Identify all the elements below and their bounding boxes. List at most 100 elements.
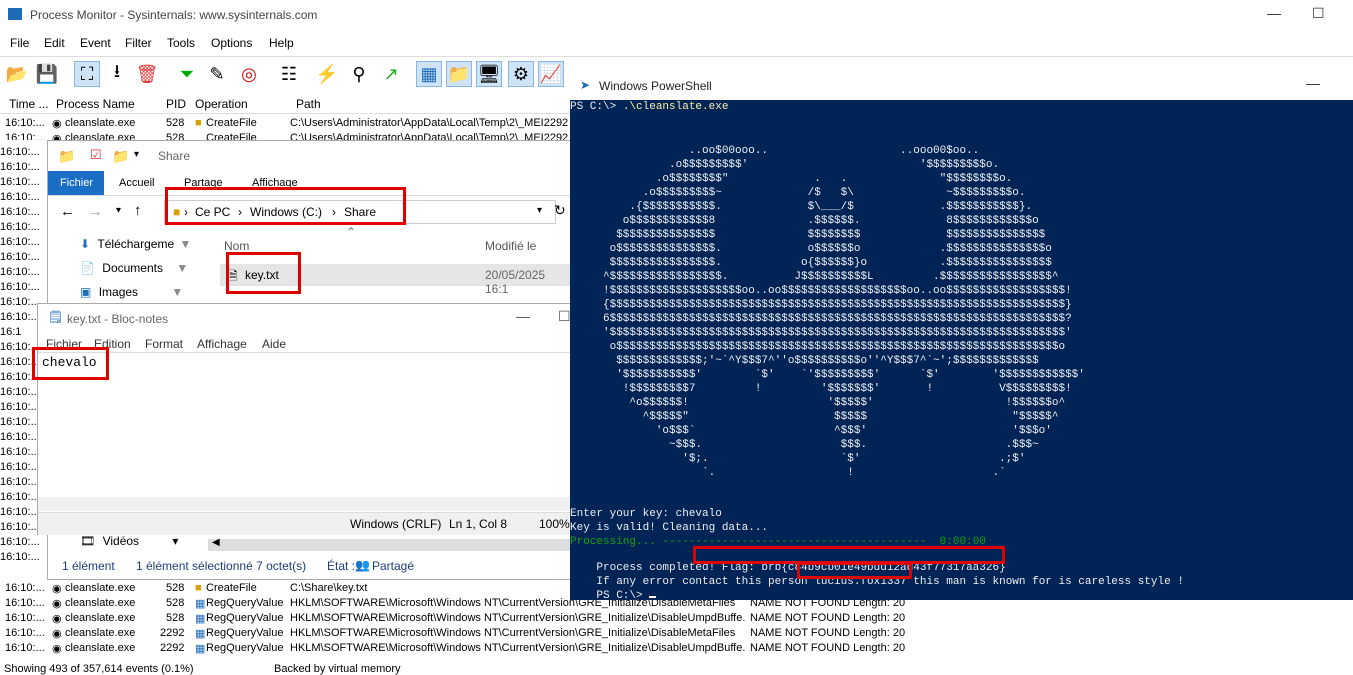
cell-pid: 528 <box>166 582 185 594</box>
cell-operation: RegQueryValue <box>206 597 284 609</box>
menu-help[interactable]: Help <box>269 36 294 50</box>
cell-time: 16:10:... <box>0 266 40 278</box>
cell-path: HKLM\SOFTWARE\Microsoft\Windows NT\Curre… <box>290 642 745 654</box>
table-row[interactable]: 16:10:... ◉ cleanslate.exe 528 ▦ RegQuer… <box>0 611 1353 626</box>
cell-pid: 2292 <box>160 642 185 654</box>
open-folder-icon[interactable]: 📂 <box>4 61 30 87</box>
menu-aide[interactable]: Aide <box>262 337 286 351</box>
col-nom[interactable]: Nom <box>224 239 249 253</box>
nav-item-images[interactable]: ▣ Images ▼ <box>80 285 210 299</box>
registry-op-icon: ▦ <box>195 628 206 640</box>
notepad-text-area[interactable]: chevalo <box>38 352 571 513</box>
nav-item-downloads[interactable]: ⬇ Téléchargeme ▼ <box>80 237 210 251</box>
menu-tools[interactable]: Tools <box>167 36 195 50</box>
minimize-icon[interactable]: — <box>516 308 530 324</box>
table-row[interactable]: 16:10:... ◉ cleanslate.exe 528 CreateFil… <box>0 131 570 140</box>
table-row[interactable]: 16:10:... ◉ cleanslate.exe 528 ■ CreateF… <box>0 116 570 131</box>
cell-operation: RegQueryValue <box>206 642 284 654</box>
maximize-icon[interactable]: ☐ <box>1312 5 1325 22</box>
back-icon[interactable]: ← <box>60 203 75 220</box>
cell-time: 16:10:... <box>5 597 45 609</box>
highlight-icon[interactable]: ✎ <box>204 61 230 87</box>
cell-process: cleanslate.exe <box>65 612 136 624</box>
autoscroll-icon[interactable]: ⭳ <box>104 61 130 87</box>
status-selected: 1 élément sélectionné 7 octet(s) <box>136 559 307 573</box>
network-activity-icon[interactable]: 🖥 <box>476 61 502 87</box>
chevron-down-icon[interactable]: ▾ <box>134 149 139 160</box>
scroll-left-icon[interactable]: ◀ <box>212 537 220 548</box>
cell-operation: CreateFile <box>206 132 257 140</box>
sort-up-icon: ⌃ <box>346 225 357 239</box>
cell-path: HKLM\SOFTWARE\Microsoft\Windows NT\Curre… <box>290 612 745 624</box>
annotation-box-user <box>797 562 912 579</box>
jump-to-icon[interactable]: ↗ <box>378 61 404 87</box>
pin-icon: ▼ <box>176 261 189 275</box>
registry-activity-icon[interactable]: ▦ <box>416 61 442 87</box>
process-icon: ◉ <box>52 628 62 640</box>
powershell-title: Windows PowerShell <box>599 79 712 93</box>
explorer-titlebar: 📁 ☑ 📁 ▾ Share <box>48 141 571 171</box>
menu-filter[interactable]: Filter <box>125 36 152 50</box>
notepad-hscrollbar[interactable] <box>38 497 571 511</box>
maximize-icon[interactable]: ☐ <box>558 308 571 325</box>
cell-result: NAME NOT FOUND Length: 20 <box>750 627 906 639</box>
properties-icon[interactable]: ☑ <box>90 147 102 163</box>
clear-icon[interactable]: 🗑 <box>134 61 160 87</box>
minimize-icon[interactable]: — <box>1306 75 1320 91</box>
menu-file[interactable]: File <box>10 36 29 50</box>
cell-time: 16:10:... <box>0 191 40 203</box>
col-operation[interactable]: Operation <box>195 97 248 111</box>
col-process-name[interactable]: Process Name <box>56 97 135 111</box>
menu-format[interactable]: Format <box>145 337 183 351</box>
tab-accueil[interactable]: Accueil <box>119 177 154 189</box>
filesystem-activity-icon[interactable]: 📁 <box>446 61 472 87</box>
nav-item-documents[interactable]: 📄 Documents ▼ <box>80 261 210 275</box>
cell-pid: 528 <box>166 612 185 624</box>
prompt: PS C:\> <box>570 101 623 113</box>
filter-icon[interactable]: ⏷ <box>174 61 200 87</box>
up-icon[interactable]: ↑ <box>134 202 142 219</box>
capture-icon[interactable]: ⛶ <box>74 61 100 87</box>
col-pid[interactable]: PID <box>166 97 186 111</box>
powershell-console[interactable]: PS C:\> .\cleanslate.exe ..oo$00ooo.. ..… <box>570 100 1353 602</box>
cell-path: C:\Share\key.txt <box>290 582 368 594</box>
forward-icon[interactable]: → <box>88 203 103 220</box>
event-properties-icon[interactable]: ⚡ <box>314 61 340 87</box>
col-modifie[interactable]: Modifié le <box>485 239 536 253</box>
status-eol: Windows (CRLF) <box>350 517 442 531</box>
profiling-events-icon[interactable]: 📈 <box>538 61 564 87</box>
menu-event[interactable]: Event <box>80 36 111 50</box>
find-icon[interactable]: ⚲ <box>346 61 372 87</box>
table-row[interactable]: 16:10:... ◉ cleanslate.exe 2292 ▦ RegQue… <box>0 626 1353 641</box>
menu-edit[interactable]: Edit <box>44 36 65 50</box>
recent-chevron-icon[interactable]: ▾ <box>116 205 121 216</box>
table-row[interactable]: 16:10:... ◉ cleanslate.exe 2292 ▦ RegQue… <box>0 641 1353 656</box>
address-dropdown-icon[interactable]: ▾ <box>537 205 542 216</box>
col-path[interactable]: Path <box>296 97 321 111</box>
process-activity-icon[interactable]: ⚙ <box>508 61 534 87</box>
scroll-down-icon[interactable]: ▾ <box>172 534 178 548</box>
explorer-title: Share <box>158 149 191 163</box>
procmon-app-icon <box>8 8 22 20</box>
menu-affichage[interactable]: Affichage <box>197 337 247 351</box>
bookmark-icon[interactable]: ◎ <box>236 61 262 87</box>
powershell-icon: ➤ <box>580 78 591 92</box>
nav-item-videos[interactable]: 🎞 Vidéos ▾ <box>80 534 178 548</box>
cell-operation: CreateFile <box>206 582 257 594</box>
document-icon: 📄 <box>80 261 95 275</box>
new-folder-icon[interactable]: 📁 <box>112 148 129 165</box>
minimize-icon[interactable]: — <box>1267 5 1281 21</box>
horizontal-scrollbar[interactable]: ◀ <box>208 537 571 551</box>
status-backing: Backed by virtual memory <box>274 663 401 675</box>
refresh-icon[interactable]: ↻ <box>554 202 566 219</box>
save-icon[interactable]: 💾 <box>34 61 60 87</box>
col-time[interactable]: Time ... <box>9 97 49 111</box>
tab-fichier[interactable]: Fichier <box>60 177 93 189</box>
powershell-titlebar: ➤ Windows PowerShell — <box>570 70 1353 100</box>
menu-options[interactable]: Options <box>211 36 252 50</box>
process-tree-icon[interactable]: ☷ <box>276 61 302 87</box>
contact-suffix: this man is known for is careless style … <box>906 576 1184 588</box>
cell-process: cleanslate.exe <box>65 627 136 639</box>
notepad-titlebar: 🗒 key.txt - Bloc-notes — ☐ <box>38 304 571 332</box>
nav-label: Documents <box>102 261 163 275</box>
